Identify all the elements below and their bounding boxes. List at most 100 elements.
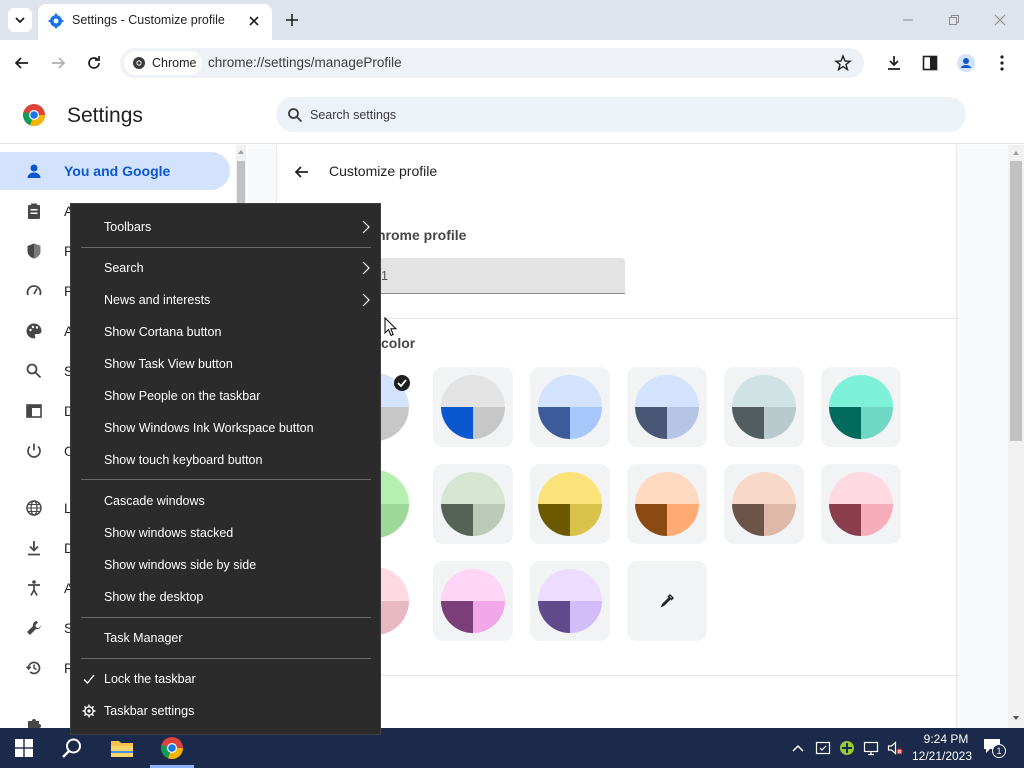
settings-header: Settings xyxy=(0,86,1024,144)
menu-item-show-touch-keyboard[interactable]: Show touch keyboard button xyxy=(71,445,380,475)
chevron-down-icon xyxy=(15,17,25,24)
update-tray-icon[interactable] xyxy=(839,740,855,756)
profile-name-input[interactable] xyxy=(369,258,625,294)
theme-swatch[interactable] xyxy=(821,464,901,544)
back-arrow-icon[interactable] xyxy=(12,53,32,73)
theme-swatch[interactable] xyxy=(724,367,804,447)
back-arrow-icon[interactable] xyxy=(293,163,311,181)
theme-swatch-graphic xyxy=(441,375,505,439)
shield-icon[interactable] xyxy=(25,242,43,260)
swatch-bottom-right xyxy=(570,504,602,536)
speedometer-icon[interactable] xyxy=(25,282,43,300)
clock-time[interactable]: 9:24 PM xyxy=(916,732,976,746)
scroll-up-arrow-icon[interactable] xyxy=(1011,148,1021,158)
volume-muted-icon[interactable] xyxy=(887,740,903,756)
scroll-up-arrow-icon[interactable] xyxy=(236,147,246,157)
menu-item-search[interactable]: Search xyxy=(71,253,380,283)
menu-item-show-windows-ink[interactable]: Show Windows Ink Workspace button xyxy=(71,413,380,443)
swatch-bottom-left xyxy=(441,504,473,536)
menu-item-show-people[interactable]: Show People on the taskbar xyxy=(71,381,380,411)
custom-color-picker-button[interactable] xyxy=(627,561,707,641)
palette-icon[interactable] xyxy=(25,322,43,340)
bookmark-star-icon[interactable] xyxy=(834,54,852,72)
menu-item-news-and-interests[interactable]: News and interests xyxy=(71,285,380,315)
checkmark-icon xyxy=(83,674,95,684)
menu-item-task-manager[interactable]: Task Manager xyxy=(71,623,380,653)
url-text[interactable]: chrome://settings/manageProfile xyxy=(208,55,402,70)
accessibility-icon[interactable] xyxy=(25,579,43,597)
sidebar-item-you-and-google[interactable]: You and Google xyxy=(0,152,230,190)
download-icon[interactable] xyxy=(25,539,43,557)
scroll-down-arrow-icon[interactable] xyxy=(1011,713,1021,723)
menu-item-cascade-windows[interactable]: Cascade windows xyxy=(71,486,380,516)
submenu-arrow-icon xyxy=(362,261,370,275)
history-icon[interactable] xyxy=(25,659,43,677)
address-bar[interactable]: Chrome chrome://settings/manageProfile xyxy=(120,48,864,78)
kebab-menu-icon[interactable] xyxy=(992,53,1012,73)
chevron-up-icon[interactable] xyxy=(790,740,806,756)
swatch-bottom-left xyxy=(732,504,764,536)
start-button[interactable] xyxy=(0,728,48,768)
theme-swatch[interactable] xyxy=(530,561,610,641)
theme-swatch[interactable] xyxy=(530,464,610,544)
minimize-button[interactable] xyxy=(898,10,918,30)
submenu-arrow-icon xyxy=(362,220,370,234)
swatch-bottom-left xyxy=(829,504,861,536)
theme-swatch[interactable] xyxy=(724,464,804,544)
swatch-bottom-right xyxy=(570,601,602,633)
menu-item-show-cortana-button[interactable]: Show Cortana button xyxy=(71,317,380,347)
close-window-button[interactable] xyxy=(990,10,1010,30)
forward-arrow-icon[interactable] xyxy=(48,53,68,73)
settings-title: Settings xyxy=(67,104,143,127)
security-center-icon[interactable] xyxy=(815,740,831,756)
checkmark-icon xyxy=(394,375,410,391)
menu-separator xyxy=(81,479,371,480)
active-tab[interactable]: Settings - Customize profile xyxy=(38,4,272,40)
theme-swatch-graphic xyxy=(635,375,699,439)
theme-swatch[interactable] xyxy=(627,367,707,447)
menu-item-show-windows-stacked[interactable]: Show windows stacked xyxy=(71,518,380,548)
close-icon[interactable] xyxy=(246,13,262,29)
theme-swatch-graphic xyxy=(538,375,602,439)
theme-color-heading: color xyxy=(381,335,416,351)
wrench-icon[interactable] xyxy=(25,619,43,637)
tab-search-button[interactable] xyxy=(8,8,32,32)
menu-item-show-task-view-button[interactable]: Show Task View button xyxy=(71,349,380,379)
theme-swatch[interactable] xyxy=(433,464,513,544)
download-icon[interactable] xyxy=(884,53,904,73)
theme-swatch[interactable] xyxy=(530,367,610,447)
menu-item-show-the-desktop[interactable]: Show the desktop xyxy=(71,582,380,612)
page-scrollbar[interactable] xyxy=(1008,145,1024,728)
new-tab-plus-icon[interactable] xyxy=(282,10,302,30)
reload-icon[interactable] xyxy=(84,53,104,73)
clock-date[interactable]: 12/21/2023 xyxy=(908,749,976,763)
action-center-button[interactable]: 1 xyxy=(983,738,1006,758)
page-scroll-thumb[interactable] xyxy=(1010,161,1022,441)
swatch-bottom-left xyxy=(538,504,570,536)
site-info-chip[interactable]: Chrome xyxy=(124,51,202,75)
clipboard-icon[interactable] xyxy=(25,202,43,220)
theme-swatch[interactable] xyxy=(821,367,901,447)
menu-item-show-windows-side-by-side[interactable]: Show windows side by side xyxy=(71,550,380,580)
search-settings-input[interactable] xyxy=(308,103,948,127)
power-icon[interactable] xyxy=(25,442,43,460)
search-settings-box[interactable] xyxy=(276,97,966,132)
menu-item-lock-the-taskbar[interactable]: Lock the taskbar xyxy=(71,664,380,694)
theme-swatch[interactable] xyxy=(433,561,513,641)
browser-window-icon[interactable] xyxy=(25,402,43,420)
restore-button[interactable] xyxy=(944,10,964,30)
title-bar: Settings - Customize profile xyxy=(0,0,1024,40)
search-engine-icon[interactable] xyxy=(25,362,43,380)
swatch-top-half xyxy=(635,375,699,407)
network-icon[interactable] xyxy=(863,740,879,756)
swatch-bottom-right xyxy=(570,407,602,439)
theme-swatch-graphic xyxy=(732,375,796,439)
menu-item-toolbars[interactable]: Toolbars xyxy=(71,212,380,242)
theme-swatch[interactable] xyxy=(433,367,513,447)
menu-item-taskbar-settings[interactable]: Taskbar settings xyxy=(71,696,380,726)
profile-avatar-icon[interactable] xyxy=(956,53,976,73)
side-panel-icon[interactable] xyxy=(920,53,940,73)
menu-separator xyxy=(81,658,371,659)
theme-swatch[interactable] xyxy=(627,464,707,544)
globe-icon[interactable] xyxy=(25,499,43,517)
